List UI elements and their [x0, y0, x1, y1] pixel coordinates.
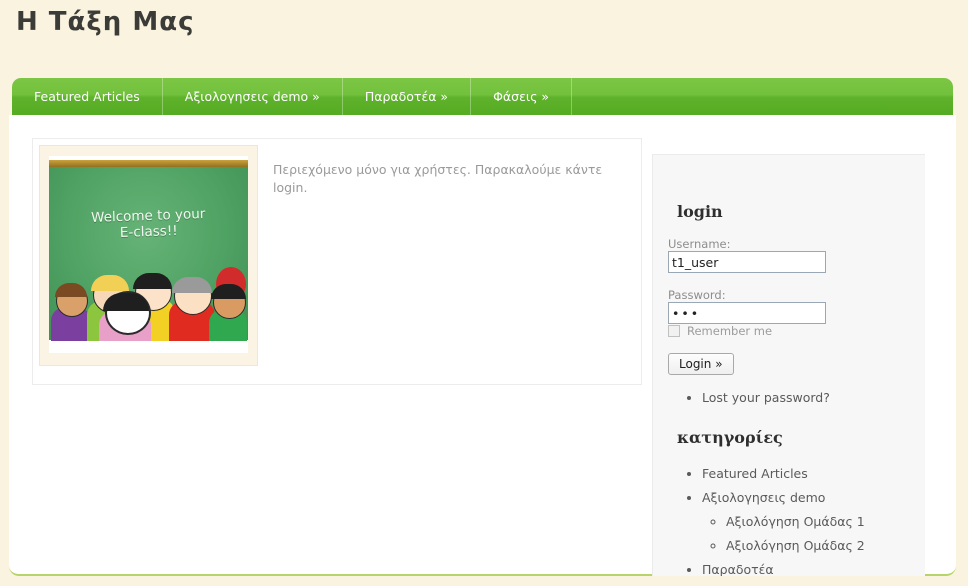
- article-thumbnail[interactable]: Welcome to your E-class!!: [39, 145, 258, 366]
- nav-item-faseis[interactable]: Φάσεις »: [471, 78, 573, 115]
- welcome-chalkboard-image: Welcome to your E-class!!: [49, 156, 248, 353]
- article-card: Welcome to your E-class!! Περιεχόμενο μό…: [32, 138, 642, 385]
- main-navigation: Featured Articles Αξιολογησεις demo » Πα…: [12, 78, 953, 115]
- remember-me-label: Remember me: [687, 324, 773, 338]
- nav-item-label: Παραδοτέα »: [364, 89, 449, 104]
- nav-item-featured-articles[interactable]: Featured Articles: [12, 78, 163, 115]
- username-input[interactable]: [668, 251, 826, 273]
- list-item[interactable]: Αξιολόγηση Ομάδας 1: [726, 510, 865, 534]
- nav-item-axiologiseis-demo[interactable]: Αξιολογησεις demo »: [163, 78, 343, 115]
- content-panel: Welcome to your E-class!! Περιεχόμενο μό…: [9, 115, 956, 576]
- nav-item-label: Φάσεις »: [493, 89, 550, 104]
- page-root: Η Τάξη Μας Featured Articles Αξιολογησει…: [0, 0, 968, 586]
- list-item[interactable]: Αξιολογησεις demo Αξιολόγηση Ομάδας 1 Αξ…: [702, 486, 865, 558]
- list-item[interactable]: Featured Articles: [702, 462, 865, 486]
- subcategory-link[interactable]: Αξιολόγηση Ομάδας 1: [726, 514, 865, 529]
- nav-list: Featured Articles Αξιολογησεις demo » Πα…: [12, 78, 953, 115]
- categories-widget-title: κατηγορίες: [677, 428, 783, 447]
- password-input[interactable]: [668, 302, 826, 324]
- nav-item-label: Featured Articles: [34, 89, 140, 104]
- subcategory-link[interactable]: Αξιολόγηση Ομάδας 2: [726, 538, 865, 553]
- username-label: Username:: [668, 237, 731, 251]
- login-widget-title: login: [677, 202, 723, 221]
- category-link[interactable]: Featured Articles: [702, 466, 808, 481]
- list-item[interactable]: Lost your password?: [702, 386, 830, 410]
- sidebar: login Username: Password: Remember me Lo…: [652, 154, 925, 576]
- children-illustration: [49, 263, 248, 341]
- lost-password-list: Lost your password?: [668, 386, 830, 410]
- remember-me-checkbox[interactable]: [668, 325, 680, 337]
- article-body-text: Περιεχόμενο μόνο για χρήστες. Παρακαλούμ…: [273, 162, 603, 195]
- nav-item-paradotea[interactable]: Παραδοτέα »: [343, 78, 472, 115]
- categories-list: Featured Articles Αξιολογησεις demo Αξιο…: [668, 462, 865, 576]
- nav-item-label: Αξιολογησεις demo »: [184, 89, 320, 104]
- category-sublist: Αξιολόγηση Ομάδας 1 Αξιολόγηση Ομάδας 2: [702, 510, 865, 558]
- kid-hair: [91, 275, 129, 291]
- page-title: Η Τάξη Μας: [16, 7, 195, 37]
- kid-hair: [55, 283, 87, 297]
- list-item[interactable]: Αξιολόγηση Ομάδας 2: [726, 534, 865, 558]
- list-item[interactable]: Παραδοτέα: [702, 558, 865, 576]
- lost-password-link[interactable]: Lost your password?: [702, 390, 830, 405]
- login-button[interactable]: Login »: [668, 353, 734, 375]
- password-label: Password:: [668, 288, 726, 302]
- category-link[interactable]: Παραδοτέα: [702, 562, 774, 576]
- category-link[interactable]: Αξιολογησεις demo: [702, 490, 825, 505]
- kid-hair: [133, 273, 172, 289]
- site-header: Η Τάξη Μας: [0, 0, 968, 72]
- remember-me-row[interactable]: Remember me: [668, 324, 772, 338]
- kid-hair: [172, 277, 212, 293]
